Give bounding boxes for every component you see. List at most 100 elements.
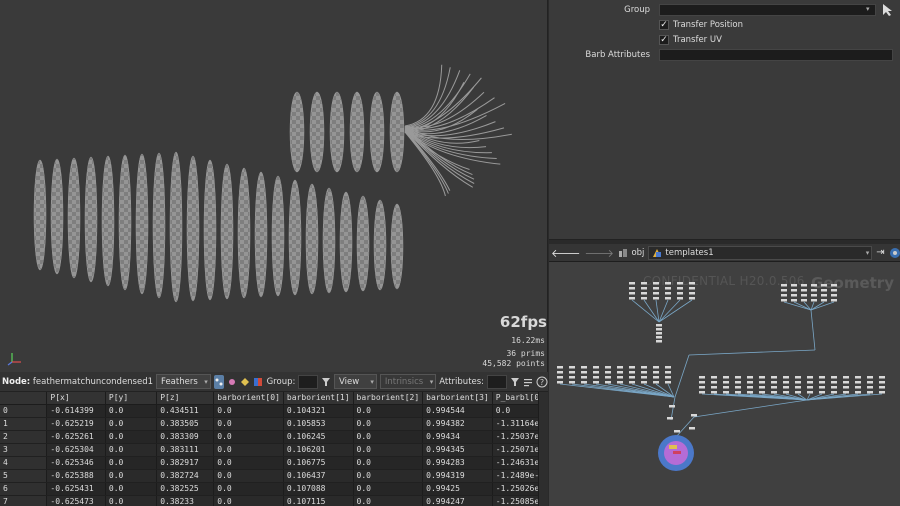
graph-node[interactable]: [807, 381, 813, 384]
graph-node[interactable]: [783, 391, 789, 394]
graph-node[interactable]: [665, 366, 671, 369]
graph-node[interactable]: [677, 287, 683, 290]
graph-node[interactable]: [795, 376, 801, 379]
graph-node[interactable]: [699, 391, 705, 394]
graph-node[interactable]: [791, 289, 797, 292]
path-root[interactable]: obj: [631, 248, 644, 258]
graph-node[interactable]: [855, 381, 861, 384]
table-row[interactable]: 0 -0.614399 0.0 0.434511 0.0 0.104321 0.0 0.994…: [0, 404, 548, 418]
graph-node[interactable]: [641, 282, 647, 285]
transfer-position-toggle[interactable]: ✓ Transfer Position: [659, 20, 743, 30]
column-header[interactable]: P[z]: [156, 392, 215, 405]
graph-node[interactable]: [879, 386, 885, 389]
graph-node[interactable]: [569, 381, 575, 384]
graph-node[interactable]: [689, 282, 695, 285]
table-row[interactable]: 2 -0.625261 0.0 0.383309 0.0 0.106245 0.0 0.994…: [0, 430, 548, 444]
graph-node[interactable]: [771, 376, 777, 379]
graph-node[interactable]: [557, 381, 563, 384]
table-row[interactable]: 6 -0.625431 0.0 0.382525 0.0 0.107088 0.0 0.994…: [0, 482, 548, 496]
graph-node[interactable]: [781, 294, 787, 297]
column-header[interactable]: P[y]: [105, 392, 158, 405]
graph-node[interactable]: [879, 376, 885, 379]
graph-node[interactable]: [747, 391, 753, 394]
graph-node[interactable]: [831, 299, 837, 302]
vertices-mode-icon[interactable]: [227, 375, 237, 389]
graph-node[interactable]: [629, 282, 635, 285]
graph-node[interactable]: [699, 381, 705, 384]
graph-node[interactable]: [819, 391, 825, 394]
graph-node[interactable]: [617, 371, 623, 374]
graph-node[interactable]: [819, 376, 825, 379]
graph-node[interactable]: [759, 381, 765, 384]
graph-node[interactable]: [807, 376, 813, 379]
graph-node[interactable]: [641, 297, 647, 300]
graph-node[interactable]: [665, 381, 671, 384]
geometry-type-select[interactable]: Feathers: [156, 374, 211, 389]
graph-node[interactable]: [629, 287, 635, 290]
graph-node[interactable]: [711, 386, 717, 389]
graph-node[interactable]: [747, 386, 753, 389]
graph-node[interactable]: [807, 391, 813, 394]
graph-node[interactable]: [557, 376, 563, 379]
graph-node[interactable]: [811, 299, 817, 302]
graph-node[interactable]: [747, 381, 753, 384]
graph-node[interactable]: [801, 284, 807, 287]
graph-node[interactable]: [781, 299, 787, 302]
graph-node[interactable]: [783, 381, 789, 384]
graph-node[interactable]: [665, 297, 671, 300]
graph-node[interactable]: [771, 381, 777, 384]
graph-node[interactable]: [699, 376, 705, 379]
link-target-icon[interactable]: [889, 247, 900, 259]
column-header[interactable]: barborient[1]: [283, 392, 354, 405]
graph-node[interactable]: [855, 391, 861, 394]
graph-node[interactable]: [581, 366, 587, 369]
geometry-spreadsheet[interactable]: P[x] P[y] P[z] barborient[0] barborient[1] ba…: [0, 392, 548, 506]
graph-node[interactable]: [629, 381, 635, 384]
graph-node[interactable]: [759, 391, 765, 394]
graph-node[interactable]: [867, 391, 873, 394]
group-param-field[interactable]: [659, 4, 876, 16]
filter-icon[interactable]: [321, 375, 331, 389]
attribute-filter-icon[interactable]: [510, 375, 520, 389]
graph-node[interactable]: [723, 381, 729, 384]
group-filter-input[interactable]: [298, 374, 318, 389]
graph-node[interactable]: [674, 430, 680, 433]
graph-node[interactable]: [801, 289, 807, 292]
graph-node[interactable]: [771, 391, 777, 394]
graph-node[interactable]: [689, 292, 695, 295]
column-header[interactable]: [0, 392, 48, 405]
graph-node[interactable]: [569, 366, 575, 369]
intrinsics-select[interactable]: Intrinsics: [379, 374, 437, 389]
graph-node[interactable]: [653, 282, 659, 285]
graph-node[interactable]: [747, 376, 753, 379]
graph-node[interactable]: [781, 284, 787, 287]
graph-node[interactable]: [723, 386, 729, 389]
graph-node[interactable]: [653, 381, 659, 384]
graph-node[interactable]: [617, 366, 623, 369]
graph-node[interactable]: [641, 292, 647, 295]
graph-node[interactable]: [677, 292, 683, 295]
graph-node[interactable]: [656, 328, 662, 331]
graph-node[interactable]: [699, 386, 705, 389]
graph-node[interactable]: [879, 391, 885, 394]
graph-node[interactable]: [656, 340, 662, 343]
graph-node[interactable]: [689, 287, 695, 290]
graph-node[interactable]: [711, 391, 717, 394]
graph-node[interactable]: [581, 371, 587, 374]
path-node-select[interactable]: templates1: [648, 245, 873, 260]
graph-node[interactable]: [735, 376, 741, 379]
graph-node[interactable]: [801, 299, 807, 302]
graph-node[interactable]: [867, 386, 873, 389]
primitives-mode-icon[interactable]: [240, 375, 250, 389]
attributes-filter-input[interactable]: [487, 374, 507, 389]
graph-node[interactable]: [819, 381, 825, 384]
table-row[interactable]: 7 -0.625473 0.0 0.38233 0.0 0.107115 0.0 0.9942…: [0, 495, 548, 506]
graph-node[interactable]: [605, 381, 611, 384]
graph-node[interactable]: [831, 386, 837, 389]
graph-node[interactable]: [557, 366, 563, 369]
graph-node[interactable]: [819, 386, 825, 389]
graph-node[interactable]: [629, 292, 635, 295]
graph-node[interactable]: [735, 386, 741, 389]
column-header[interactable]: barborient[0]: [213, 392, 284, 405]
node-graph[interactable]: [549, 262, 900, 506]
